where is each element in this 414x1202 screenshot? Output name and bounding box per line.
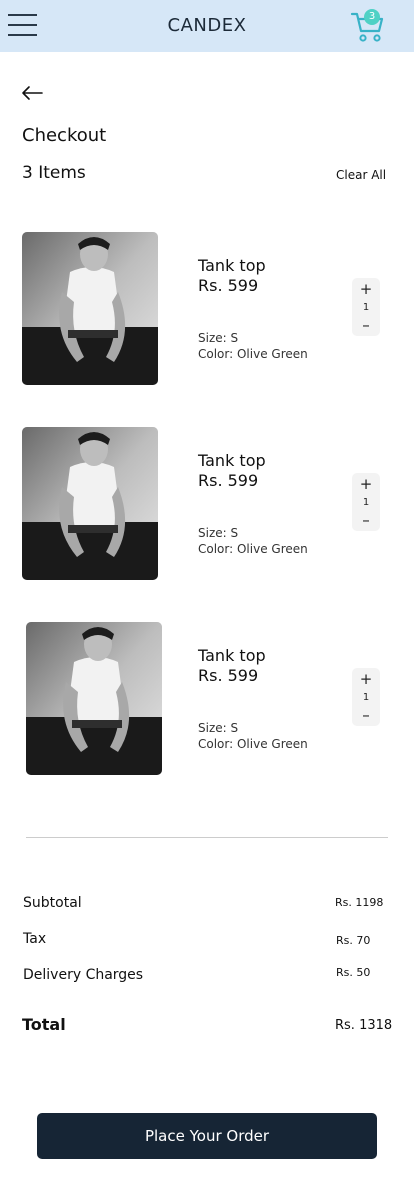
app-header: CANDEX 3: [0, 0, 414, 52]
increase-quantity-button[interactable]: +: [352, 672, 380, 687]
product-color: Color: Olive Green: [198, 542, 308, 556]
summary-divider: [26, 837, 388, 838]
place-order-button[interactable]: Place Your Order: [37, 1113, 377, 1159]
tax-label: Tax: [23, 931, 47, 947]
clear-all-button[interactable]: Clear All: [336, 168, 386, 182]
increase-quantity-button[interactable]: +: [352, 477, 380, 492]
subtotal-value: Rs. 1198: [335, 896, 384, 909]
product-name: Tank top: [198, 256, 266, 275]
cart-count-badge: 3: [364, 9, 380, 25]
quantity-stepper: + 1 –: [352, 473, 380, 531]
quantity-value: 1: [362, 692, 370, 703]
increase-quantity-button[interactable]: +: [352, 282, 380, 297]
quantity-stepper: + 1 –: [352, 668, 380, 726]
decrease-quantity-button[interactable]: –: [352, 708, 380, 723]
product-image: [26, 622, 162, 775]
product-price: Rs. 599: [198, 666, 259, 685]
product-color: Color: Olive Green: [198, 737, 308, 751]
quantity-value: 1: [362, 302, 370, 313]
product-price: Rs. 599: [198, 471, 259, 490]
total-label: Total: [22, 1015, 66, 1034]
decrease-quantity-button[interactable]: –: [352, 318, 380, 333]
cart-item: Tank top Rs. 599 Size: S Color: Olive Gr…: [0, 232, 414, 392]
cart-item: Tank top Rs. 599 Size: S Color: Olive Gr…: [0, 427, 414, 587]
product-size: Size: S: [198, 526, 239, 540]
delivery-charges-value: Rs. 50: [336, 966, 371, 979]
product-name: Tank top: [198, 451, 266, 470]
product-price: Rs. 599: [198, 276, 259, 295]
product-image: [22, 232, 158, 385]
total-value: Rs. 1318: [335, 1018, 393, 1033]
arrow-left-icon[interactable]: [20, 84, 44, 102]
delivery-charges-label: Delivery Charges: [23, 967, 144, 983]
decrease-quantity-button[interactable]: –: [352, 513, 380, 528]
item-count: 3 Items: [22, 163, 86, 183]
quantity-stepper: + 1 –: [352, 278, 380, 336]
subtotal-label: Subtotal: [23, 895, 82, 911]
product-image: [22, 427, 158, 580]
quantity-value: 1: [362, 497, 370, 508]
product-size: Size: S: [198, 721, 239, 735]
cart-item: Tank top Rs. 599 Size: S Color: Olive Gr…: [0, 622, 414, 782]
product-color: Color: Olive Green: [198, 347, 308, 361]
tax-value: Rs. 70: [336, 934, 371, 947]
product-name: Tank top: [198, 646, 266, 665]
page-title: Checkout: [22, 125, 107, 146]
product-size: Size: S: [198, 331, 239, 345]
